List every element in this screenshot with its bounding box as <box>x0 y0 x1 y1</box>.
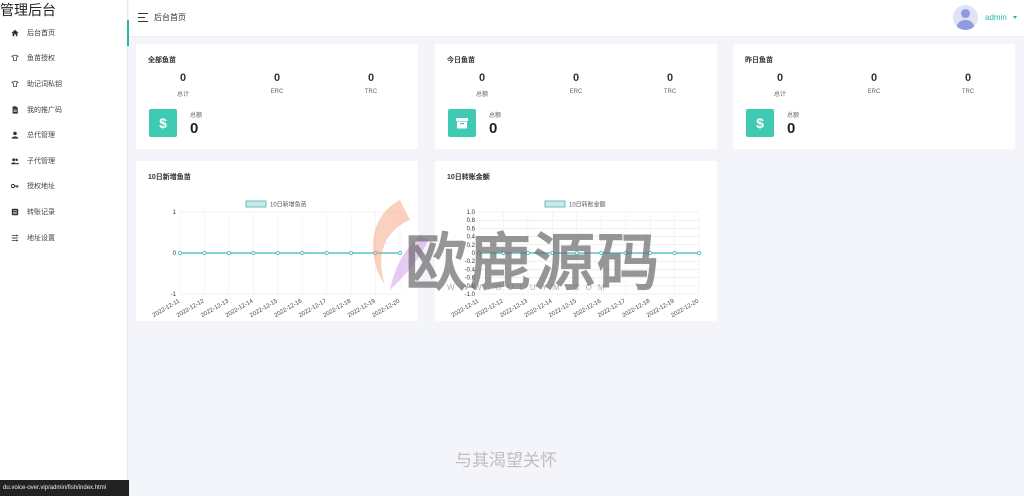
sidebar-item-label: 授权地址 <box>27 181 55 191</box>
legend-swatch <box>545 201 565 207</box>
stat-label: 总额 <box>452 89 512 98</box>
legend-label: 10日新增鱼苗 <box>270 201 307 209</box>
data-point <box>178 251 181 254</box>
sidebar-item-promo-code[interactable]: 我的推广码 <box>0 97 128 123</box>
total-value: 0 <box>190 120 198 137</box>
dollar-icon: $ <box>149 109 177 137</box>
sidebar-item-label: 后台首页 <box>27 28 55 38</box>
legend-label: 10日转账金额 <box>569 201 606 209</box>
sidebar: 管理后台 后台首页 鱼苗授权 助记词私钥 我的推广码 总代管理 子代管理 授权地… <box>0 0 128 496</box>
stat-value: 0 <box>341 72 401 84</box>
stat-card-all: 全部鱼苗 0 总计 0 ERC 0 TRC $ 总额 0 <box>136 44 418 149</box>
stat-value: 0 <box>844 72 904 84</box>
data-point <box>350 251 353 254</box>
legend-swatch <box>246 201 266 207</box>
brand-title: 管理后台 <box>0 1 56 19</box>
total-label: 总额 <box>787 110 799 119</box>
stat-card-yesterday: 昨日鱼苗 0 总计 0 ERC 0 TRC $ 总额 0 <box>733 44 1015 149</box>
page-title: 后台首页 <box>154 12 186 23</box>
topbar: 后台首页 admin <box>129 0 1024 37</box>
sidebar-item-label: 转账记录 <box>27 207 55 217</box>
key-pair-icon <box>11 80 19 88</box>
stat-card-today: 今日鱼苗 0 总额 0 ERC 0 TRC 总额 0 <box>435 44 717 149</box>
document-icon <box>11 106 19 114</box>
status-url: du.voice-over.vip/admin/fish/index.html <box>0 480 129 496</box>
card-title: 昨日鱼苗 <box>745 55 773 65</box>
sidebar-item-label: 鱼苗授权 <box>27 53 55 63</box>
card-title: 今日鱼苗 <box>447 55 475 65</box>
chart-legend: 10日新增鱼苗 <box>246 201 307 209</box>
sidebar-item-sub-agent-mgmt[interactable]: 子代管理 <box>0 148 128 174</box>
sidebar-item-transfer-records[interactable]: 转账记录 <box>0 199 128 225</box>
sidebar-item-label: 我的推广码 <box>27 105 62 115</box>
stat-value: 0 <box>452 72 512 84</box>
data-point <box>276 251 279 254</box>
sidebar-item-dashboard[interactable]: 后台首页 <box>0 20 128 46</box>
sidebar-item-auth-address[interactable]: 授权地址 <box>0 174 128 200</box>
data-point <box>252 251 255 254</box>
x-tick-label: 2022-12-20 <box>670 298 700 319</box>
sidebar-item-label: 助记词私钥 <box>27 79 62 89</box>
data-point <box>203 251 206 254</box>
stat-value: 0 <box>247 72 307 84</box>
data-point <box>227 251 230 254</box>
chevron-down-icon[interactable] <box>1013 16 1017 19</box>
sidebar-item-label: 地址设置 <box>27 233 55 243</box>
sidebar-item-label: 总代管理 <box>27 130 55 140</box>
stat-label: 总计 <box>153 89 213 98</box>
stat-value: 0 <box>546 72 606 84</box>
data-point <box>301 251 304 254</box>
total-label: 总额 <box>190 110 202 119</box>
sidebar-item-agent-mgmt[interactable]: 总代管理 <box>0 122 128 148</box>
stat-label: ERC <box>844 89 904 95</box>
stat-label: TRC <box>938 89 998 95</box>
user-menu[interactable]: admin <box>985 13 1007 22</box>
stat-value: 0 <box>640 72 700 84</box>
home-icon <box>11 29 19 37</box>
sidebar-item-address-settings[interactable]: 地址设置 <box>0 225 128 251</box>
chart-title: 10日转账金额 <box>447 172 490 182</box>
stat-label: ERC <box>546 89 606 95</box>
stat-label: ERC <box>247 89 307 95</box>
sidebar-item-fish-auth[interactable]: 鱼苗授权 <box>0 46 128 72</box>
fish-icon <box>11 54 19 62</box>
key-icon <box>11 182 19 190</box>
stat-value: 0 <box>938 72 998 84</box>
chart-legend: 10日转账金额 <box>545 201 606 209</box>
total-value: 0 <box>489 120 497 137</box>
dollar-icon: $ <box>746 109 774 137</box>
stat-label: TRC <box>640 89 700 95</box>
y-tick-label: 1 <box>173 210 177 216</box>
data-point <box>697 251 700 254</box>
stat-label: TRC <box>341 89 401 95</box>
video-caption: 与其渴望关怀 <box>455 446 557 471</box>
settings-icon <box>11 234 19 242</box>
x-tick-label: 2022-12-20 <box>371 298 401 319</box>
users-icon <box>11 157 19 165</box>
stat-label: 总计 <box>750 89 810 98</box>
archive-icon <box>448 109 476 137</box>
stat-value: 0 <box>750 72 810 84</box>
total-value: 0 <box>787 120 795 137</box>
stat-value: 0 <box>153 72 213 84</box>
sidebar-item-mnemonic[interactable]: 助记词私钥 <box>0 71 128 97</box>
user-icon <box>11 131 19 139</box>
sidebar-item-label: 子代管理 <box>27 156 55 166</box>
y-tick-label: 0 <box>173 251 177 257</box>
list-icon <box>11 208 19 216</box>
sidebar-nav: 后台首页 鱼苗授权 助记词私钥 我的推广码 总代管理 子代管理 授权地址 转账 <box>0 20 128 250</box>
avatar[interactable] <box>953 5 978 30</box>
menu-toggle-icon[interactable] <box>138 13 148 22</box>
total-label: 总额 <box>489 110 501 119</box>
card-title: 全部鱼苗 <box>148 55 176 65</box>
y-tick-label: -1 <box>171 292 177 298</box>
chart-title: 10日新增鱼苗 <box>148 172 191 182</box>
watermark-url: WWW.OULUYM.COM <box>447 283 611 292</box>
data-point <box>325 251 328 254</box>
data-point <box>673 251 676 254</box>
